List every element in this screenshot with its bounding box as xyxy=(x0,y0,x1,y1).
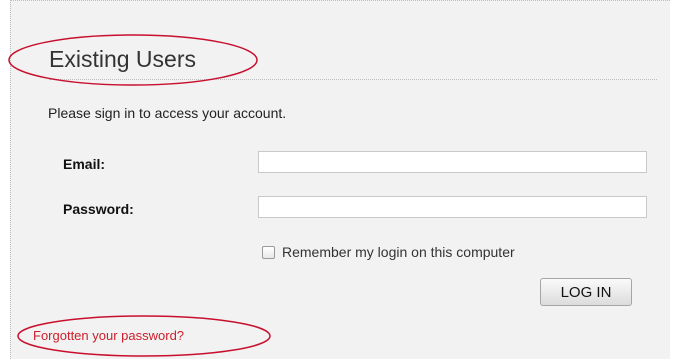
login-panel: Existing Users Please sign in to access … xyxy=(10,0,670,359)
title-divider xyxy=(49,79,657,80)
email-field[interactable] xyxy=(258,151,647,173)
password-field[interactable] xyxy=(258,196,647,218)
login-button[interactable]: LOG IN xyxy=(540,278,632,306)
email-label: Email: xyxy=(63,156,106,172)
intro-text: Please sign in to access your account. xyxy=(48,105,287,121)
remember-me-label[interactable]: Remember my login on this computer xyxy=(282,244,515,260)
page-title: Existing Users xyxy=(49,46,196,72)
password-label: Password: xyxy=(63,201,134,217)
remember-me-row[interactable]: Remember my login on this computer xyxy=(262,244,515,260)
forgot-password-link[interactable]: Forgotten your password? xyxy=(33,328,184,343)
remember-me-checkbox[interactable] xyxy=(262,245,275,259)
